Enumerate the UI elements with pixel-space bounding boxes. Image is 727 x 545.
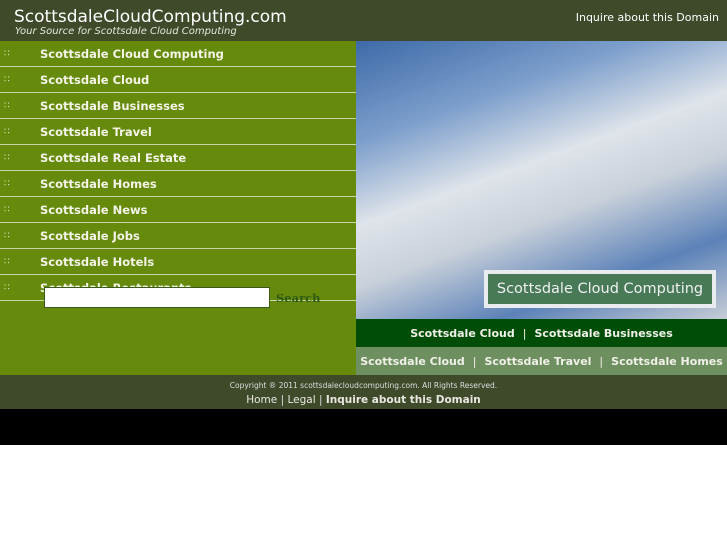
link-bullet-icon: ∷	[4, 230, 10, 241]
bar-link[interactable]: Scottsdale Businesses	[534, 327, 672, 340]
separator: |	[280, 394, 285, 406]
bar-link[interactable]: Scottsdale Cloud	[410, 327, 515, 340]
link-bullet-icon: ∷	[4, 126, 10, 137]
nav-item-label: Scottsdale Cloud Computing	[40, 46, 224, 61]
link-bullet-icon: ∷	[4, 204, 10, 215]
nav-item[interactable]: ∷ Scottsdale Businesses	[0, 93, 356, 119]
inquire-link[interactable]: Inquire about this Domain	[576, 11, 719, 24]
nav-item-label: Scottsdale News	[40, 202, 148, 217]
link-bar-1: Scottsdale Cloud | Scottsdale Businesses	[356, 319, 727, 347]
nav-item[interactable]: ∷ Scottsdale Travel	[0, 119, 356, 145]
footer-inquire-link[interactable]: Inquire about this Domain	[326, 394, 481, 406]
link-bullet-icon: ∷	[4, 74, 10, 85]
copyright: Copyright ® 2011 scottsdalecloudcomputin…	[229, 381, 498, 390]
search-button[interactable]: Search	[276, 291, 321, 305]
nav-item[interactable]: ∷ Scottsdale Jobs	[0, 223, 356, 249]
nav-item-label: Scottsdale Hotels	[40, 254, 155, 269]
bar-link[interactable]: Scottsdale Homes	[611, 355, 723, 368]
tagline: Your Source for Scottsdale Cloud Computi…	[15, 26, 237, 37]
header: ScottsdaleCloudComputing.com Your Source…	[0, 0, 727, 41]
nav-item-label: Scottsdale Homes	[40, 176, 157, 191]
nav-item-label: Scottsdale Travel	[40, 124, 152, 139]
link-bar-2: Scottsdale Cloud | Scottsdale Travel | Scott…	[356, 347, 727, 375]
link-bullet-icon: ∷	[4, 152, 10, 163]
site-title: ScottsdaleCloudComputing.com	[14, 7, 287, 27]
nav-item[interactable]: ∷ Scottsdale Real Estate	[0, 145, 356, 171]
separator: |	[522, 326, 527, 340]
link-bullet-icon: ∷	[4, 100, 10, 111]
footer-legal-link[interactable]: Legal	[287, 394, 315, 406]
nav-item[interactable]: ∷ Scottsdale Hotels	[0, 249, 356, 275]
search-input[interactable]	[44, 287, 270, 308]
separator: |	[599, 354, 604, 368]
separator: |	[318, 394, 323, 406]
nav-item-label: Scottsdale Businesses	[40, 98, 185, 113]
sidebar-nav: ∷ Scottsdale Cloud Computing ∷ Scottsdale C…	[0, 41, 356, 375]
link-bullet-icon: ∷	[4, 178, 10, 189]
nav-item-label: Scottsdale Cloud	[40, 72, 150, 87]
hero-caption: Scottsdale Cloud Computing	[484, 270, 716, 308]
nav-item[interactable]: ∷ Scottsdale News	[0, 197, 356, 223]
bar-link[interactable]: Scottsdale Travel	[484, 355, 591, 368]
black-strip	[0, 409, 727, 445]
separator: |	[472, 354, 477, 368]
nav-item[interactable]: ∷ Scottsdale Cloud Computing	[0, 41, 356, 67]
nav-item[interactable]: ∷ Scottsdale Homes	[0, 171, 356, 197]
bar-link[interactable]: Scottsdale Cloud	[360, 355, 465, 368]
link-bullet-icon: ∷	[4, 48, 10, 59]
footer: Copyright ® 2011 scottsdalecloudcomputin…	[0, 375, 727, 409]
link-bullet-icon: ∷	[4, 256, 10, 267]
nav-item[interactable]: ∷ Scottsdale Cloud	[0, 67, 356, 93]
nav-item-label: Scottsdale Real Estate	[40, 150, 187, 165]
footer-home-link[interactable]: Home	[246, 394, 277, 406]
link-bullet-icon: ∷	[4, 282, 10, 293]
nav-item-label: Scottsdale Jobs	[40, 228, 140, 243]
